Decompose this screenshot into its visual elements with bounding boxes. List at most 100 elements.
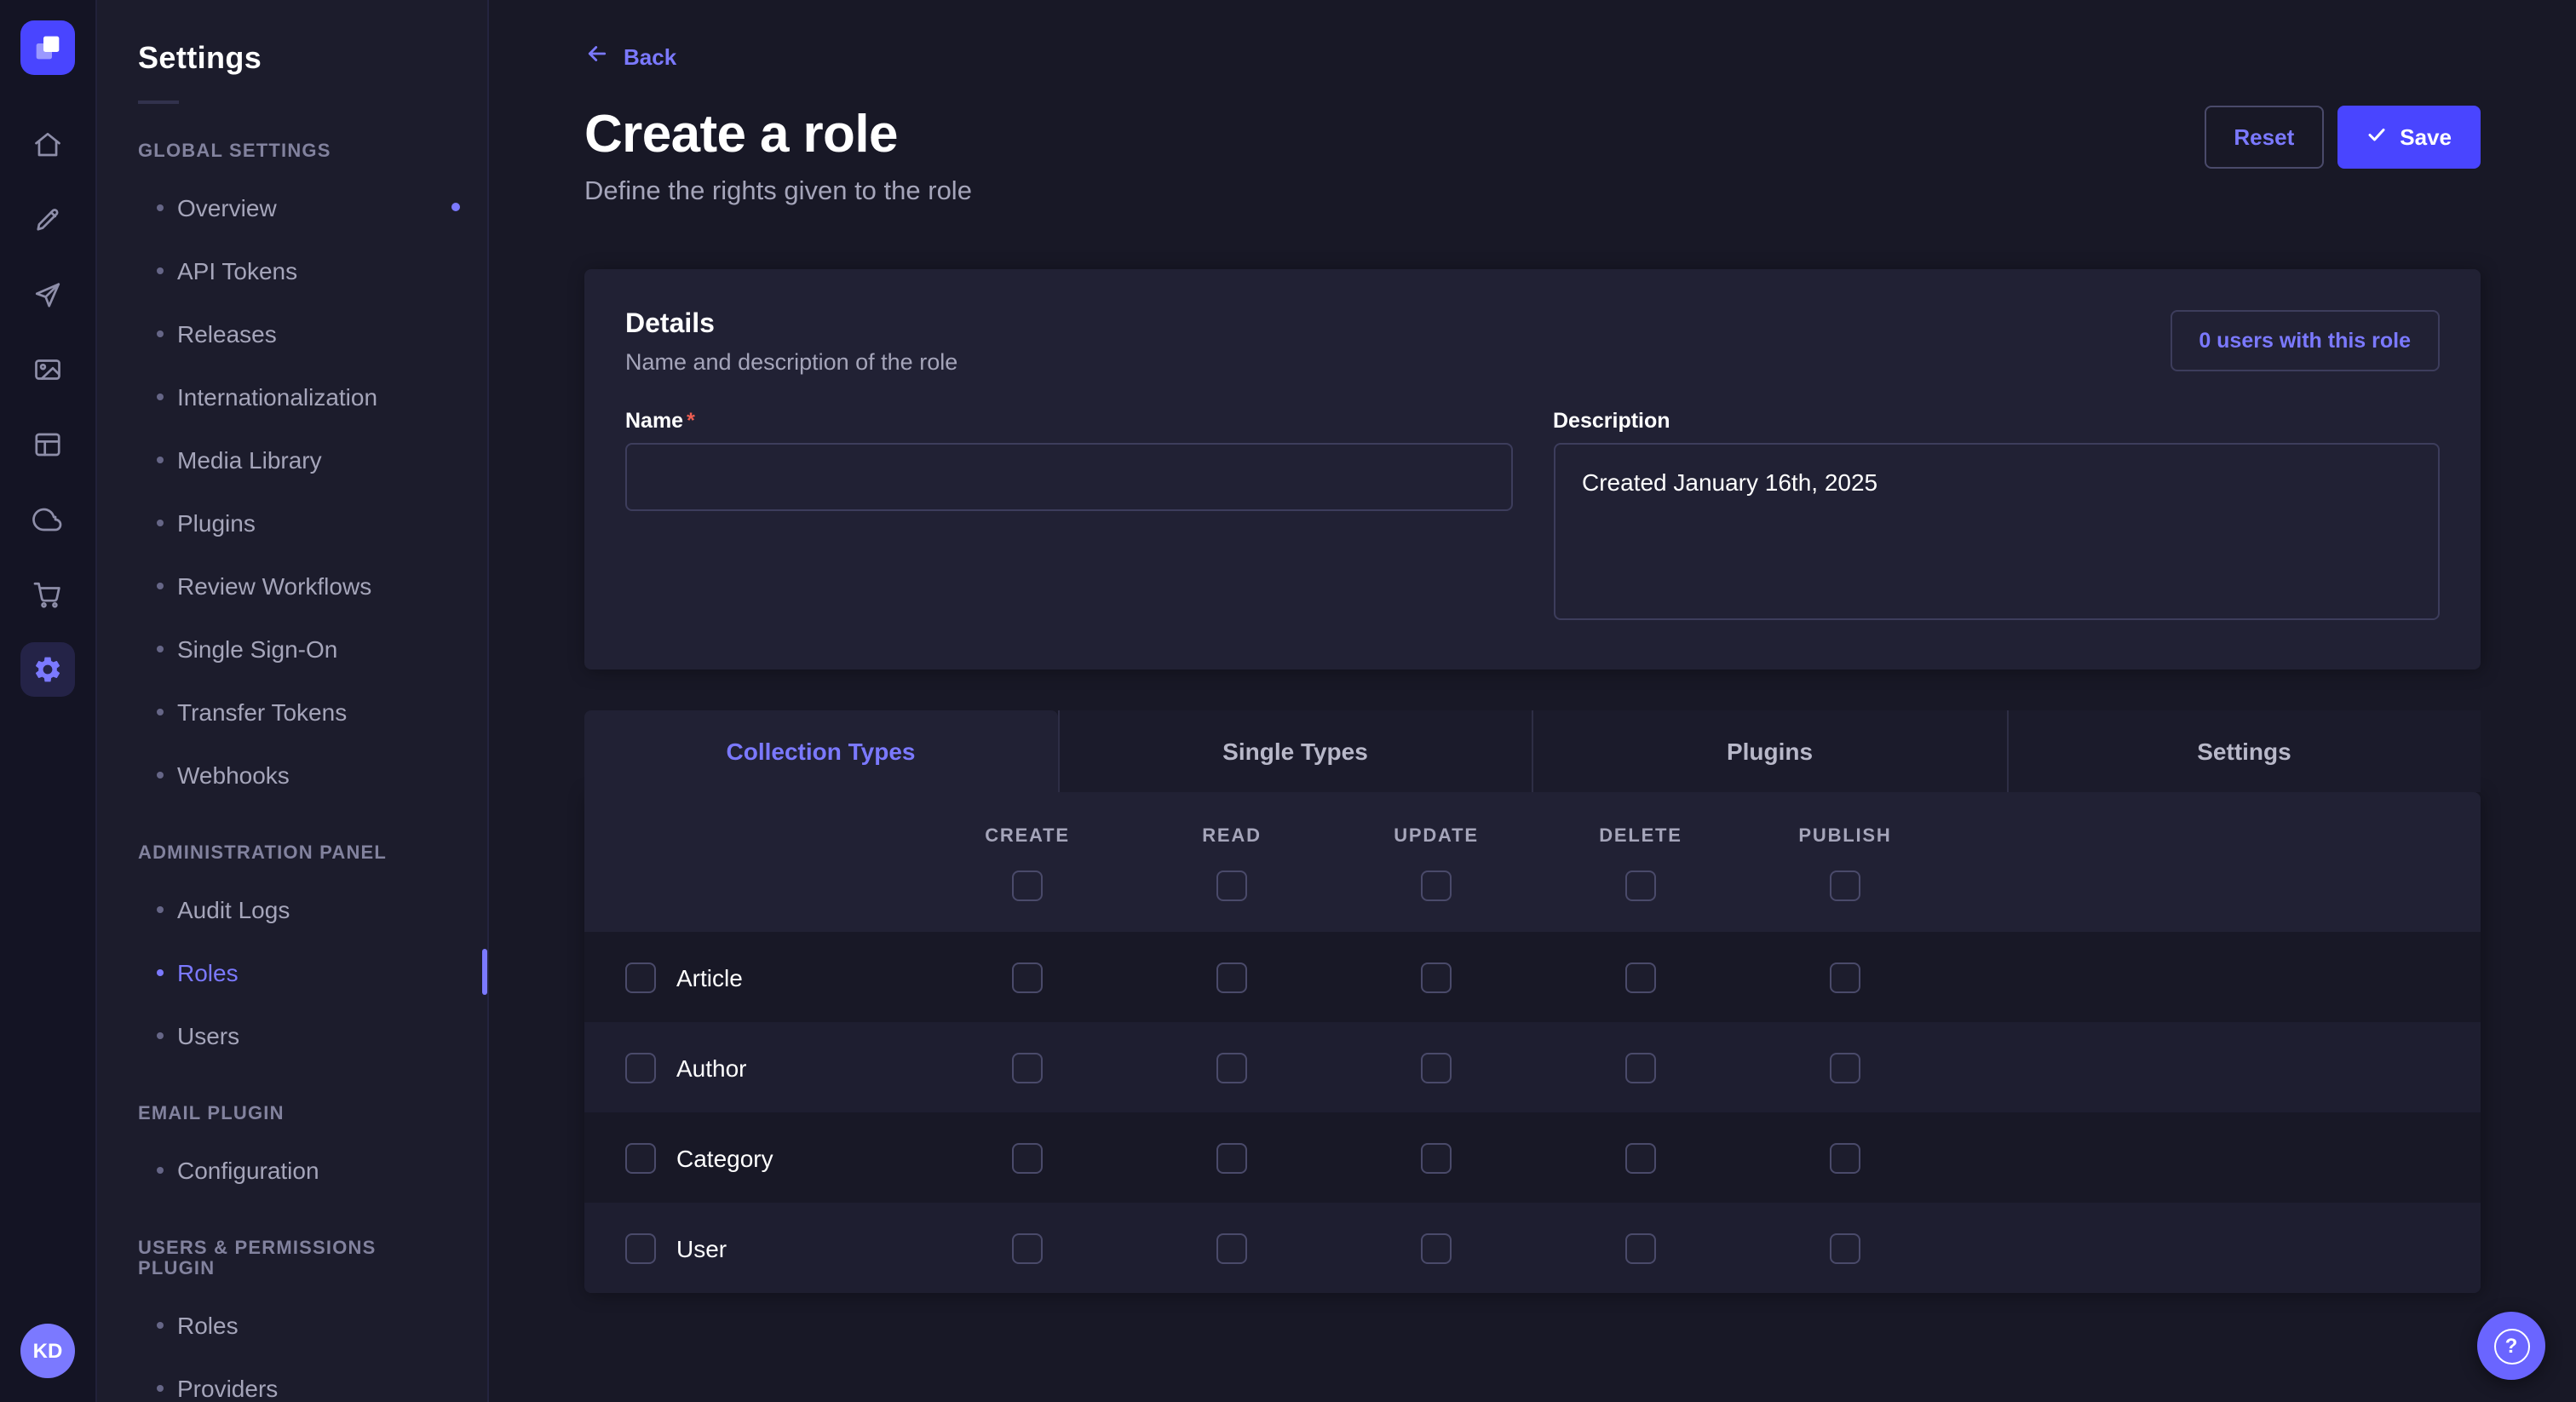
bullet-icon (157, 1166, 164, 1173)
perm-row-label: User (676, 1234, 727, 1261)
author-read-checkbox[interactable] (1216, 1052, 1247, 1083)
tab-plugins[interactable]: Plugins (1532, 710, 2006, 792)
nav-content-manager-pen-button[interactable] (20, 192, 75, 247)
perm-column-create: CREATE (925, 826, 1130, 901)
perm-column-label: PUBLISH (1798, 826, 1891, 847)
permissions-card: Collection TypesSingle TypesPluginsSetti… (584, 710, 2481, 1293)
article-delete-checkbox[interactable] (1625, 962, 1656, 992)
name-input[interactable] (625, 443, 1512, 511)
subnav-item-global-settings-media-library[interactable]: Media Library (97, 428, 487, 491)
article-create-checkbox[interactable] (1012, 962, 1043, 992)
author-publish-checkbox[interactable] (1830, 1052, 1860, 1083)
subnav-title: Settings (97, 41, 487, 77)
user-publish-checkbox[interactable] (1830, 1232, 1860, 1263)
help-button[interactable]: ? (2477, 1312, 2545, 1380)
subnav-item-global-settings-overview[interactable]: Overview (97, 175, 487, 238)
name-field: Name* (625, 409, 1512, 629)
nav-content-type-builder-button[interactable] (20, 417, 75, 472)
article-read-checkbox[interactable] (1216, 962, 1247, 992)
save-button[interactable]: Save (2337, 106, 2481, 169)
tab-collection-types[interactable]: Collection Types (584, 710, 1057, 792)
select-all-update-checkbox[interactable] (1421, 871, 1452, 901)
select-all-delete-checkbox[interactable] (1625, 871, 1656, 901)
content-type-builder-icon (32, 429, 63, 460)
nav-media-library-button[interactable] (20, 342, 75, 397)
nav-paper-plane-button[interactable] (20, 267, 75, 322)
category-publish-checkbox[interactable] (1830, 1142, 1860, 1173)
perm-column-label: CREATE (985, 826, 1070, 847)
category-update-checkbox[interactable] (1421, 1142, 1452, 1173)
content-manager-pen-icon (32, 204, 63, 235)
category-row-checkbox[interactable] (625, 1142, 656, 1173)
subnav-item-label: Overview (177, 193, 277, 221)
select-all-publish-checkbox[interactable] (1830, 871, 1860, 901)
check-icon (2366, 124, 2386, 150)
article-publish-checkbox[interactable] (1830, 962, 1860, 992)
user-delete-checkbox[interactable] (1625, 1232, 1656, 1263)
subnav-item-email-plugin-configuration[interactable]: Configuration (97, 1138, 487, 1201)
perm-row-article: Article (584, 932, 2481, 1022)
user-read-checkbox[interactable] (1216, 1232, 1247, 1263)
subnav-sections: Global SettingsOverviewAPI TokensRelease… (97, 141, 487, 1402)
subnav-section-global-settings: Global SettingsOverviewAPI TokensRelease… (97, 141, 487, 806)
author-create-checkbox[interactable] (1012, 1052, 1043, 1083)
nav-home-button[interactable] (20, 118, 75, 172)
subnav-item-administration-panel-audit-logs[interactable]: Audit Logs (97, 877, 487, 940)
subnav-item-users-permissions-plugin-providers[interactable]: Providers (97, 1356, 487, 1402)
perm-row-category: Category (584, 1112, 2481, 1203)
description-textarea[interactable]: Created January 16th, 2025 (1553, 443, 2440, 620)
nav-cloud-button[interactable] (20, 492, 75, 547)
strapi-logo[interactable] (20, 20, 75, 75)
category-create-checkbox[interactable] (1012, 1142, 1043, 1173)
save-label: Save (2400, 124, 2452, 150)
nav-marketplace-cart-button[interactable] (20, 567, 75, 622)
subnav-item-global-settings-internationalization[interactable]: Internationalization (97, 365, 487, 428)
user-avatar[interactable]: KD (20, 1324, 75, 1378)
tab-single-types[interactable]: Single Types (1057, 710, 1532, 792)
perm-row-head: Author (584, 1052, 925, 1083)
bullet-icon (157, 267, 164, 273)
select-all-create-checkbox[interactable] (1012, 871, 1043, 901)
tab-settings[interactable]: Settings (2006, 710, 2481, 792)
bullet-icon (157, 645, 164, 652)
subnav-item-global-settings-review-workflows[interactable]: Review Workflows (97, 554, 487, 617)
category-delete-checkbox[interactable] (1625, 1142, 1656, 1173)
subnav-item-label: Releases (177, 319, 277, 347)
subnav-item-label: Review Workflows (177, 572, 371, 599)
subnav-item-administration-panel-roles[interactable]: Roles (97, 940, 487, 1003)
article-row-checkbox[interactable] (625, 962, 656, 992)
user-row-checkbox[interactable] (625, 1232, 656, 1263)
subnav-section-email-plugin: Email Plugin Configuration (97, 1104, 487, 1201)
user-create-checkbox[interactable] (1012, 1232, 1043, 1263)
subnav-item-administration-panel-users[interactable]: Users (97, 1003, 487, 1066)
user-update-checkbox[interactable] (1421, 1232, 1452, 1263)
bullet-icon (157, 456, 164, 463)
subnav-item-label: Webhooks (177, 761, 290, 788)
subnav-item-users-permissions-plugin-roles[interactable]: Roles (97, 1293, 487, 1356)
nav-settings-gear-button[interactable] (20, 642, 75, 697)
subnav-item-global-settings-transfer-tokens[interactable]: Transfer Tokens (97, 680, 487, 743)
subnav-item-global-settings-plugins[interactable]: Plugins (97, 491, 487, 554)
category-read-checkbox[interactable] (1216, 1142, 1247, 1173)
perm-column-update: UPDATE (1334, 826, 1538, 901)
reset-button[interactable]: Reset (2205, 106, 2323, 169)
select-all-read-checkbox[interactable] (1216, 871, 1247, 901)
subnav-section-label: Email Plugin (97, 1104, 487, 1124)
author-delete-checkbox[interactable] (1625, 1052, 1656, 1083)
subnav-item-label: API Tokens (177, 256, 297, 284)
subnav-item-global-settings-releases[interactable]: Releases (97, 302, 487, 365)
author-update-checkbox[interactable] (1421, 1052, 1452, 1083)
author-row-checkbox[interactable] (625, 1052, 656, 1083)
subnav-item-label: Plugins (177, 509, 256, 536)
perm-column-read: READ (1130, 826, 1334, 901)
users-with-role-button[interactable]: 0 users with this role (2170, 310, 2440, 371)
article-update-checkbox[interactable] (1421, 962, 1452, 992)
paper-plane-icon (32, 279, 63, 310)
subnav-section-label: Users & Permissions Plugin (97, 1238, 487, 1279)
subnav-item-global-settings-single-sign-on[interactable]: Single Sign-On (97, 617, 487, 680)
back-link[interactable]: Back (584, 41, 676, 72)
subnav-item-global-settings-webhooks[interactable]: Webhooks (97, 743, 487, 806)
details-card-titles: Details Name and description of the role (625, 310, 957, 375)
perm-column-label: DELETE (1599, 826, 1682, 847)
subnav-item-global-settings-api-tokens[interactable]: API Tokens (97, 238, 487, 302)
